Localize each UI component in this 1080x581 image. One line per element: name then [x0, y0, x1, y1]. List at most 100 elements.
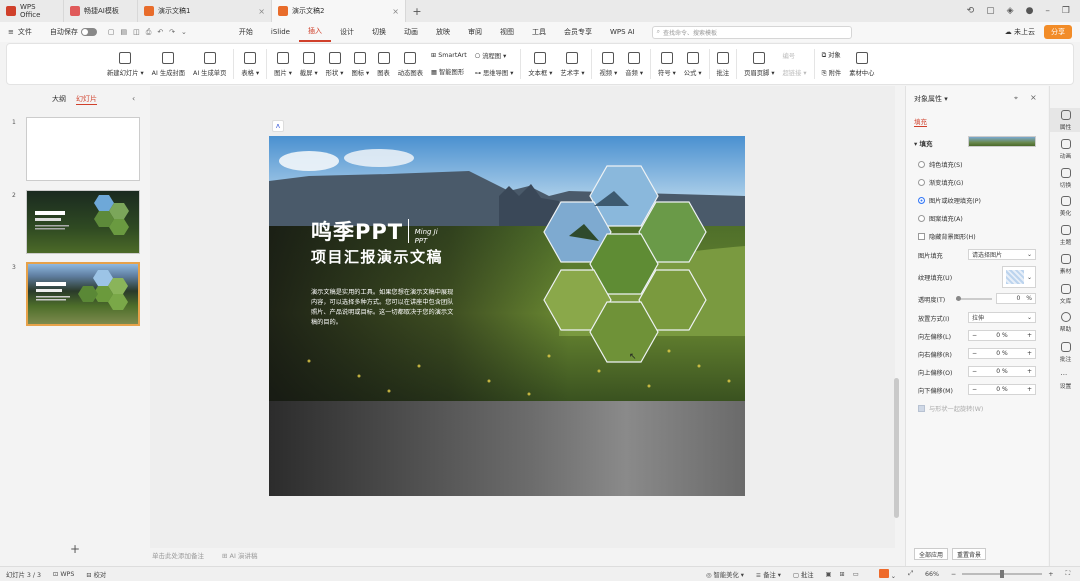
- ai-cover-button[interactable]: AI 生成封面: [148, 44, 189, 84]
- slide-body-text[interactable]: 演示文稿是实用的工具。如果您想在演示文稿中展现内容，可以选择多种方式。您可以在讲…: [311, 288, 459, 328]
- add-slide-button[interactable]: +: [70, 542, 80, 556]
- menu-item-animation[interactable]: 动画: [395, 22, 427, 42]
- shape-button[interactable]: 形状 ▾: [322, 44, 348, 84]
- menu-item-design[interactable]: 设计: [331, 22, 363, 42]
- sidebar-item-properties[interactable]: 属性: [1050, 108, 1080, 132]
- menu-item-insert[interactable]: 插入: [298, 22, 331, 42]
- object-button[interactable]: ⧉ 对象: [822, 50, 842, 60]
- tab-presentation-2[interactable]: 演示文稿2 ×: [272, 0, 406, 22]
- rotate-with-shape-checkbox[interactable]: 与形状一起旋转(W): [918, 404, 983, 413]
- symbol-button[interactable]: 符号 ▾: [654, 44, 680, 84]
- close-icon[interactable]: ×: [392, 7, 399, 16]
- fullscreen-icon[interactable]: ⛶: [1060, 570, 1080, 578]
- sorter-view-icon[interactable]: ⊞: [839, 571, 852, 578]
- menu-item-review[interactable]: 审阅: [459, 22, 491, 42]
- sidebar-item-comments[interactable]: 批注: [1050, 342, 1080, 363]
- tab-wps-office[interactable]: WPS Office: [0, 0, 64, 22]
- minus-icon[interactable]: −: [972, 332, 977, 339]
- radio-button[interactable]: [918, 215, 925, 222]
- fill-preview-swatch[interactable]: [968, 136, 1036, 147]
- transparency-slider[interactable]: [956, 296, 992, 301]
- attachment-button[interactable]: ⎘ 附件: [822, 68, 842, 78]
- sidebar-item-settings[interactable]: ··· 设置: [1050, 372, 1080, 391]
- menu-item-member[interactable]: 会员专享: [555, 22, 601, 42]
- smartart-button[interactable]: ⊞ SmartArt: [431, 52, 467, 59]
- table-button[interactable]: 表格 ▾: [237, 44, 263, 84]
- wordart-button[interactable]: 艺术字 ▾: [556, 44, 588, 84]
- current-slide[interactable]: 鸣季PPT Ming Ji PPT 项目汇报演示文稿 演示文稿是实用的工具。如果…: [269, 136, 745, 496]
- zoom-in-icon[interactable]: +: [1042, 571, 1059, 578]
- menu-item-tools[interactable]: 工具: [523, 22, 555, 42]
- menu-item-home[interactable]: 开始: [230, 22, 262, 42]
- smart-beautify-button[interactable]: ◎ 智能美化 ▾: [700, 570, 750, 579]
- menu-item-view[interactable]: 视图: [491, 22, 523, 42]
- slide-thumbnail-2[interactable]: [26, 190, 140, 254]
- sidebar-item-transition[interactable]: 切换: [1050, 168, 1080, 189]
- video-button[interactable]: 视频 ▾: [595, 44, 621, 84]
- avatar[interactable]: ●: [1026, 6, 1034, 16]
- plus-icon[interactable]: +: [1027, 332, 1032, 339]
- slider-handle[interactable]: [956, 296, 961, 301]
- close-icon[interactable]: ×: [258, 7, 265, 16]
- dynamic-chart-button[interactable]: 动态图表: [394, 44, 427, 84]
- reading-view-icon[interactable]: ▭: [853, 571, 867, 578]
- plus-icon[interactable]: +: [1027, 386, 1032, 393]
- tab-ai-template[interactable]: 畅捷AI模板: [64, 0, 138, 22]
- notes-button[interactable]: ≡ 备注 ▾: [750, 570, 787, 579]
- picture-button[interactable]: 图片 ▾: [270, 44, 296, 84]
- share-button[interactable]: 分享: [1044, 25, 1072, 39]
- flowchart-button[interactable]: ⎔ 流程图 ▾: [475, 51, 514, 60]
- ai-badge-icon[interactable]: ʌ: [272, 120, 284, 132]
- menu-item-islide[interactable]: iSlide: [262, 22, 299, 42]
- tab-fill[interactable]: 填充: [914, 116, 927, 127]
- close-icon[interactable]: ×: [1030, 93, 1037, 102]
- zoom-level[interactable]: 66%: [919, 571, 945, 578]
- minus-icon[interactable]: −: [972, 368, 977, 375]
- slide-title-block[interactable]: 鸣季PPT Ming Ji PPT: [311, 216, 438, 246]
- placement-select[interactable]: 拉伸 ⌄: [968, 312, 1036, 323]
- mindmap-button[interactable]: ⊶ 思维导图 ▾: [475, 68, 514, 77]
- fill-section-header[interactable]: ▾ 填充: [914, 138, 933, 148]
- header-footer-button[interactable]: 页眉页脚 ▾: [740, 44, 778, 84]
- history-icon[interactable]: ⟲: [967, 6, 975, 16]
- ai-script-button[interactable]: ⊞ AI 演讲稿: [222, 550, 257, 560]
- texture-select[interactable]: ⌄: [1002, 266, 1036, 288]
- audio-button[interactable]: 音频 ▾: [621, 44, 647, 84]
- sidebar-item-theme[interactable]: 主题: [1050, 225, 1080, 246]
- vertical-scrollbar[interactable]: [894, 378, 899, 518]
- materials-button[interactable]: 素材中心: [845, 44, 878, 84]
- sidebar-item-beautify[interactable]: 美化: [1050, 196, 1080, 217]
- zoom-slider[interactable]: [962, 570, 1043, 578]
- image-fill-select[interactable]: 请选择图片 ⌄: [968, 249, 1036, 260]
- screenshot-button[interactable]: 截屏 ▾: [296, 44, 322, 84]
- menu-item-slideshow[interactable]: 放映: [427, 22, 459, 42]
- account-icon[interactable]: ▢: [986, 6, 995, 16]
- fit-icon[interactable]: ⤢: [902, 570, 919, 578]
- smart-graphic-button[interactable]: ▦ 智能图形: [431, 67, 467, 76]
- search-input[interactable]: ⌕ 查找命令、搜索模板: [651, 25, 852, 39]
- new-slide-button[interactable]: 新建幻灯片 ▾: [103, 44, 148, 84]
- plus-icon[interactable]: +: [1027, 368, 1032, 375]
- slide-thumbnail-3[interactable]: [26, 262, 140, 326]
- notes-placeholder[interactable]: 单击此处添加备注: [152, 550, 204, 560]
- radio-gradient-fill[interactable]: 渐变填充(G): [918, 178, 963, 187]
- minimize-icon[interactable]: –: [1045, 6, 1050, 16]
- checkbox[interactable]: [918, 405, 925, 412]
- autosave-toggle[interactable]: [80, 28, 97, 36]
- tab-outline[interactable]: 大纲: [52, 94, 66, 105]
- normal-view-icon[interactable]: ▣: [826, 571, 840, 578]
- radio-button-selected[interactable]: [918, 197, 925, 204]
- minus-icon[interactable]: −: [972, 386, 977, 393]
- checkbox[interactable]: [918, 233, 925, 240]
- ai-page-button[interactable]: AI 生成单页: [189, 44, 230, 84]
- reset-background-button[interactable]: 重置背景: [952, 548, 987, 560]
- zoom-out-icon[interactable]: −: [945, 571, 962, 578]
- pin-icon[interactable]: ⌖: [1014, 94, 1018, 103]
- comment-button[interactable]: 批注: [713, 44, 734, 84]
- proofread-button[interactable]: ⊟ 校对: [80, 570, 112, 579]
- icon-button[interactable]: 图标 ▾: [347, 44, 373, 84]
- sidebar-item-animation[interactable]: 动画: [1050, 139, 1080, 160]
- textbox-button[interactable]: 文本框 ▾: [524, 44, 556, 84]
- chart-button[interactable]: 图表: [373, 44, 394, 84]
- offset-down-stepper[interactable]: − 0 % +: [968, 384, 1036, 395]
